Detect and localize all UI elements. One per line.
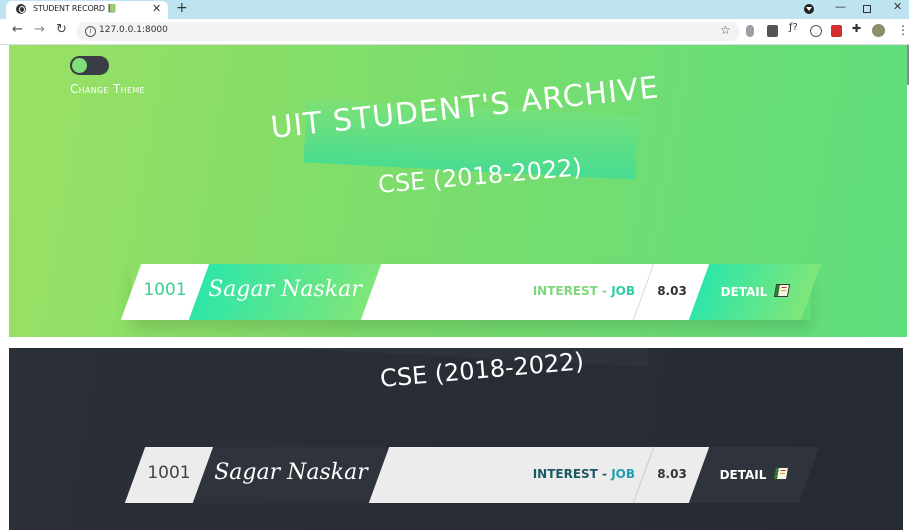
detail-button-dark[interactable]: DETAIL bbox=[688, 447, 820, 503]
tab-close-icon[interactable]: ✕ bbox=[152, 2, 161, 15]
close-window-button[interactable]: ✕ bbox=[893, 0, 902, 13]
interest-value-dark: JOB bbox=[611, 467, 635, 481]
minimize-button[interactable]: — bbox=[835, 0, 846, 13]
student-cgpa: 8.03 bbox=[657, 284, 687, 298]
toggle-knob bbox=[72, 58, 87, 73]
theme-toggle[interactable] bbox=[70, 56, 109, 75]
puzzle-extensions-icon[interactable]: ✚ bbox=[852, 22, 863, 35]
theme-toggle-label: Change Theme bbox=[70, 82, 145, 96]
profile-avatar[interactable] bbox=[872, 24, 885, 37]
function-extension-icon[interactable]: ƒ? bbox=[789, 22, 800, 34]
detail-label: DETAIL bbox=[720, 285, 768, 299]
tab-student-record[interactable]: STUDENT RECORD 📗 ✕ bbox=[6, 1, 168, 19]
student-row[interactable]: 1001 Sagar Naskar INTEREST - JOB 8.03 DE… bbox=[120, 264, 822, 320]
interest-value: JOB bbox=[611, 284, 635, 298]
book-icon bbox=[773, 467, 790, 480]
interest-prefix: INTEREST - bbox=[532, 284, 612, 298]
student-interest-dark: INTEREST - JOB bbox=[533, 467, 635, 481]
chrome-menu-icon[interactable]: ⋮ bbox=[897, 23, 909, 37]
student-name-cell-dark: Sagar Naskar bbox=[192, 447, 390, 503]
browser-toolbar: ← → ↻ i 127.0.0.1:8000 ☆ ƒ? ✚ ⋮ bbox=[0, 19, 909, 45]
address-bar[interactable]: i 127.0.0.1:8000 ☆ bbox=[76, 22, 740, 41]
detail-label-dark: DETAIL bbox=[719, 468, 767, 482]
detail-button[interactable]: DETAIL bbox=[688, 264, 822, 320]
student-name-cell: Sagar Naskar bbox=[188, 264, 382, 320]
tab-strip: STUDENT RECORD 📗 ✕ + — ✕ bbox=[0, 0, 909, 19]
info-icon[interactable]: i bbox=[85, 26, 96, 37]
globe-icon bbox=[16, 4, 26, 14]
student-interest-cell-dark: INTEREST - JOB bbox=[368, 447, 660, 503]
emoji-extension-icon[interactable] bbox=[810, 25, 822, 37]
reload-button[interactable]: ↻ bbox=[56, 22, 67, 37]
student-id: 1001 bbox=[143, 280, 187, 300]
book-icon bbox=[774, 284, 791, 297]
forward-button[interactable]: → bbox=[34, 22, 45, 37]
student-row-dark[interactable]: 1001 Sagar Naskar INTEREST - JOB 8.03 DE… bbox=[124, 447, 820, 503]
student-id-dark: 1001 bbox=[147, 463, 191, 483]
tab-title: STUDENT RECORD 📗 bbox=[33, 4, 117, 13]
student-interest: INTEREST - JOB bbox=[533, 284, 635, 298]
page-light-theme: Change Theme UIT STUDENT'S ARCHIVE CSE (… bbox=[9, 45, 907, 337]
student-name-dark: Sagar Naskar bbox=[214, 460, 368, 485]
maximize-button[interactable] bbox=[863, 5, 871, 13]
new-tab-button[interactable]: + bbox=[176, 0, 188, 16]
student-interest-cell: INTEREST - JOB bbox=[360, 264, 660, 320]
microphone-extension-icon[interactable] bbox=[746, 25, 754, 37]
back-button[interactable]: ← bbox=[12, 22, 23, 37]
tab-search-icon[interactable] bbox=[804, 4, 814, 14]
student-name: Sagar Naskar bbox=[208, 277, 362, 302]
pen-extension-icon[interactable] bbox=[767, 25, 778, 37]
student-cgpa-dark: 8.03 bbox=[657, 467, 687, 481]
interest-prefix-dark: INTEREST - bbox=[532, 467, 612, 481]
pdf-extension-icon[interactable] bbox=[831, 25, 842, 37]
page-dark-theme: CSE (2018-2022) 1001 Sagar Naskar INTERE… bbox=[9, 348, 903, 530]
bookmark-star-icon[interactable]: ☆ bbox=[720, 23, 731, 37]
url-text: 127.0.0.1:8000 bbox=[99, 25, 168, 35]
